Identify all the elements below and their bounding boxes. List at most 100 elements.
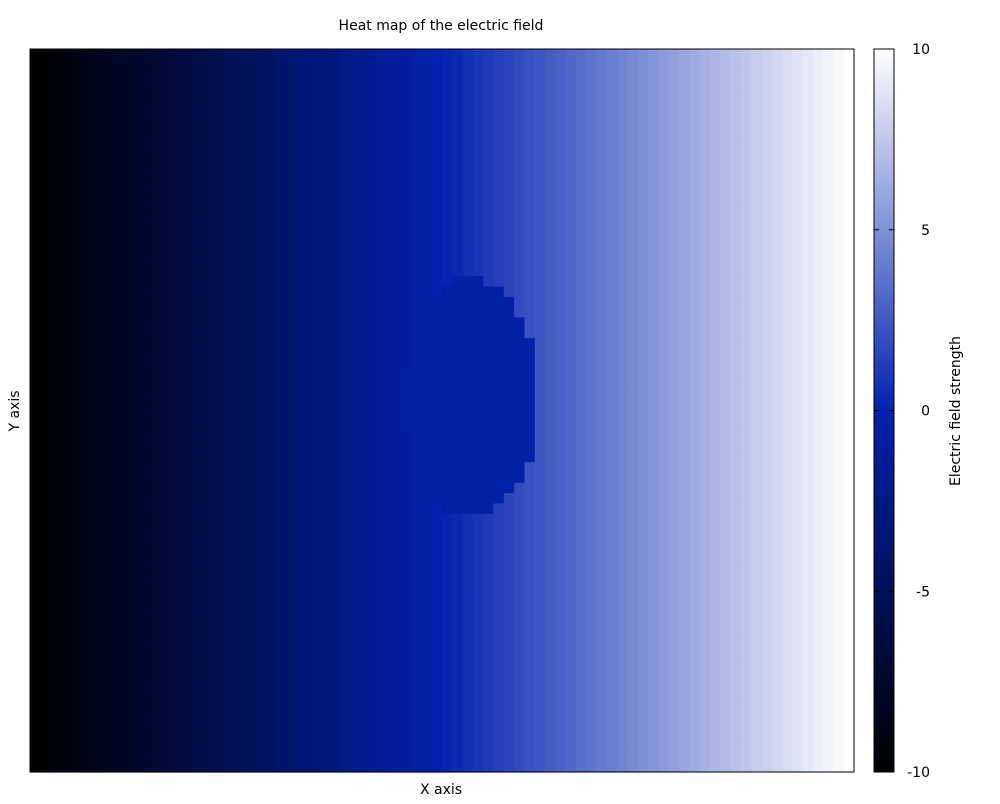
heatmap-cell [534,234,546,246]
heatmap-cell [60,420,72,432]
heatmap-cell [308,276,319,288]
heatmap-cell [400,369,412,381]
heatmap-cell [143,596,155,608]
heatmap-cell [277,451,289,463]
heatmap-cell [349,307,361,319]
heatmap-cell [442,49,453,60]
heatmap-cell [534,131,546,143]
heatmap-cell [380,79,392,91]
heatmap-cell [503,679,515,690]
heatmap-cell [349,265,361,277]
heatmap-cell [751,276,762,288]
heatmap-cell [421,389,433,401]
heatmap-cell [730,152,742,164]
heatmap-cell [30,617,41,628]
heatmap-cell [689,79,701,91]
heatmap-cell [143,410,155,422]
heatmap-cell [40,49,52,60]
heatmap-cell [699,214,711,226]
heatmap-cell [462,472,474,484]
heatmap-cell [411,49,422,60]
heatmap-cell [390,255,402,267]
heatmap-cell [617,534,628,546]
heatmap-cell [349,658,361,670]
heatmap-cell [91,462,103,474]
heatmap-cell [648,245,659,257]
heatmap-cell [112,668,124,680]
heatmap-cell [709,431,721,443]
heatmap-cell [390,627,402,639]
heatmap-cell [545,338,556,350]
heatmap-cell [637,183,649,195]
heatmap-cell [411,596,422,608]
heatmap-cell [503,648,515,659]
heatmap-cell [153,400,165,412]
heatmap-cell [50,606,62,618]
heatmap-cell [225,431,237,443]
heatmap-cell [617,627,628,639]
heatmap-cell [617,379,628,391]
heatmap-cell [524,544,536,556]
heatmap-cell [462,348,474,360]
heatmap-cell [256,379,268,391]
heatmap-cell [524,627,536,639]
heatmap-cell [225,689,237,701]
heatmap-cell [318,606,330,618]
heatmap-cell [637,203,649,215]
heatmap-cell [133,431,144,443]
chart-title: Heat map of the electric field [339,18,544,34]
heatmap-cell [174,59,186,71]
heatmap-cell [60,348,72,360]
heatmap-cell [740,668,752,680]
heatmap-cell [400,90,412,102]
heatmap-cell [575,49,587,60]
heatmap-cell [194,379,206,391]
heatmap-cell [91,555,103,567]
heatmap-cell [740,627,752,639]
heatmap-cell [143,482,155,494]
heatmap-cell [565,286,577,298]
heatmap-cell [452,431,464,443]
heatmap-cell [112,379,124,391]
heatmap-cell [174,431,186,443]
heatmap-cell [71,162,83,174]
heatmap-cell [236,131,247,143]
heatmap-cell [730,379,742,391]
heatmap-cell [534,265,546,277]
heatmap-cell [153,451,165,463]
heatmap-cell [833,534,845,546]
heatmap-cell [730,544,742,556]
heatmap-cell [71,617,83,628]
heatmap-cell [709,193,721,205]
heatmap-cell [761,648,773,659]
heatmap-cell [802,668,814,680]
heatmap-cell [771,575,783,587]
heatmap-cell [668,441,680,453]
heatmap-cell [390,658,402,670]
heatmap-cell [112,131,124,143]
heatmap-cell [71,338,83,350]
heatmap-cell [421,276,433,288]
heatmap-cell [431,245,443,257]
heatmap-cell [771,141,783,153]
heatmap-cell [555,586,567,598]
heatmap-cell [205,617,216,628]
heatmap-cell [751,534,762,546]
heatmap-cell [534,462,546,474]
heatmap-cell [225,586,237,598]
heatmap-cell [174,606,186,618]
heatmap-cell [308,575,319,587]
heatmap-cell [133,100,144,112]
heatmap-cell [266,90,278,102]
heatmap-cell [555,286,567,298]
heatmap-cell [442,276,453,288]
heatmap-cell [60,286,72,298]
heatmap-cell [318,451,330,463]
heatmap-cell [555,317,567,329]
heatmap-cell [678,575,690,587]
heatmap-cell [308,307,319,319]
heatmap-cell [266,503,278,515]
heatmap-cell [586,183,598,195]
heatmap-cell [411,110,422,122]
heatmap-cell [483,152,495,164]
